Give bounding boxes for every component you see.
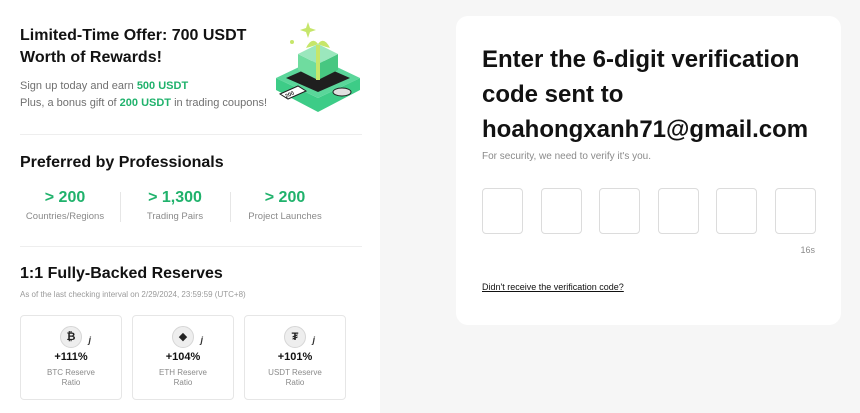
reserve-ratio-value: +111% bbox=[54, 351, 88, 363]
promo-line1-prefix: Sign up today and earn bbox=[20, 80, 137, 92]
gift-box-icon: 200 bbox=[276, 22, 360, 112]
verification-heading: Enter the 6-digit verification code sent… bbox=[482, 46, 809, 143]
reserves-title: 1:1 Fully-Backed Reserves bbox=[20, 265, 223, 282]
professionals-title: Preferred by Professionals bbox=[20, 154, 224, 171]
promo-line-bonus: Plus, a bonus gift of 200 USDT in tradin… bbox=[20, 97, 267, 109]
section-divider bbox=[20, 246, 362, 247]
reserve-ratio-label: BTC Reserve Ratio bbox=[46, 368, 95, 387]
stat-value: > 1,300 bbox=[148, 189, 202, 206]
security-note: For security, we need to verify it's you… bbox=[482, 151, 652, 162]
tether-icon: ₮ j bbox=[284, 326, 315, 348]
reserve-ratio-value: +101% bbox=[277, 351, 313, 363]
coin-symbol: ◆ bbox=[178, 331, 188, 343]
reserve-ratio-label: USDT Reserve Ratio bbox=[268, 368, 322, 387]
coin-symbol: ₿ bbox=[66, 331, 76, 343]
reserve-ratio-label: ETH Reserve Ratio bbox=[158, 368, 207, 387]
promo-line2-suffix: in trading coupons! bbox=[171, 97, 268, 109]
reserve-card-btc: ₿ j +111% BTC Reserve Ratio bbox=[20, 315, 122, 400]
resend-countdown: 16s bbox=[800, 245, 815, 255]
bitcoin-icon: ₿ j bbox=[60, 326, 91, 348]
stat-value: > 200 bbox=[264, 189, 306, 206]
promo-line-signup: Sign up today and earn 500 USDT bbox=[20, 80, 188, 92]
stat-label: Countries/Regions bbox=[25, 211, 105, 222]
reserve-ratio-value: +104% bbox=[165, 351, 201, 363]
reserve-card-usdt: ₮ j +101% USDT Reserve Ratio bbox=[244, 315, 346, 400]
promo-line2-amount: 200 USDT bbox=[119, 97, 172, 109]
code-digit-input-5[interactable] bbox=[716, 188, 757, 234]
promo-line2-prefix: Plus, a bonus gift of bbox=[20, 97, 120, 109]
promo-line1-amount: 500 USDT bbox=[136, 80, 189, 92]
stat-value: > 200 bbox=[44, 189, 86, 206]
code-input-row bbox=[482, 188, 816, 234]
section-divider bbox=[20, 134, 362, 135]
code-digit-input-6[interactable] bbox=[774, 188, 816, 234]
coin-symbol: ₮ bbox=[291, 331, 299, 343]
code-digit-input-4[interactable] bbox=[657, 188, 699, 234]
stat-countries: > 200 Countries/Regions bbox=[10, 188, 120, 228]
stat-label: Trading Pairs bbox=[146, 211, 204, 222]
reserve-cards: ₿ j +111% BTC Reserve Ratio ◆ j +104% ETH … bbox=[20, 315, 346, 400]
ethereum-icon: ◆ j bbox=[172, 326, 203, 348]
promo-sidebar: Limited-Time Offer: 700 USDT Worth of Re… bbox=[0, 0, 380, 413]
stat-trading-pairs: > 1,300 Trading Pairs bbox=[120, 188, 230, 228]
reserves-checking-note: As of the last checking interval on 2/29… bbox=[20, 290, 246, 299]
stat-project-launches: > 200 Project Launches bbox=[230, 188, 340, 228]
code-digit-input-1[interactable] bbox=[482, 188, 523, 234]
reserve-card-eth: ◆ j +104% ETH Reserve Ratio bbox=[132, 315, 234, 400]
resend-code-link[interactable]: Didn't receive the verification code? bbox=[482, 282, 624, 292]
stat-label: Project Launches bbox=[248, 211, 322, 222]
promo-title: Limited-Time Offer: 700 USDT Worth of Re… bbox=[20, 27, 247, 66]
code-digit-input-3[interactable] bbox=[599, 188, 640, 234]
code-digit-input-2[interactable] bbox=[540, 188, 582, 234]
verification-panel: Enter the 6-digit verification code sent… bbox=[456, 16, 841, 325]
stats-row: > 200 Countries/Regions > 1,300 Trading … bbox=[10, 188, 350, 228]
